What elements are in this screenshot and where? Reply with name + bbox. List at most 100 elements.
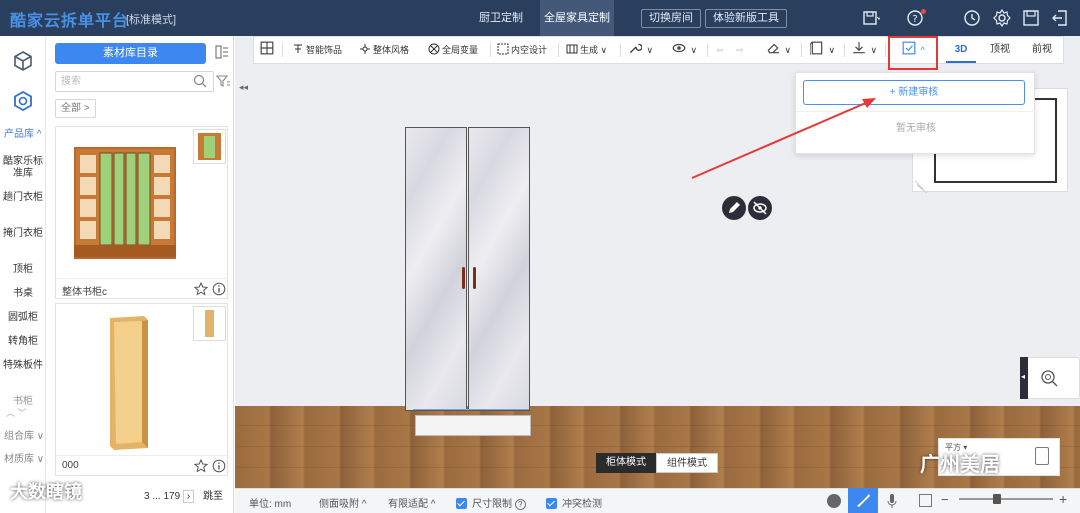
global-variable-button[interactable]: 全局变量 [428, 37, 478, 63]
view-3d-tab[interactable]: 3D [946, 37, 976, 63]
info-icon[interactable] [212, 282, 226, 296]
history-icon[interactable] [962, 8, 982, 28]
conflict-check-label: 冲突检测 [562, 499, 602, 510]
cube-icon[interactable] [12, 50, 34, 72]
nav-item-bookcase[interactable]: 书柜 [2, 396, 44, 408]
global-variable-icon [428, 43, 440, 55]
card-name: 整体书柜c [62, 287, 107, 298]
review-dropdown: + 新建审核 暂无审核 [795, 72, 1036, 154]
nav-item-sliding-wardrobe[interactable]: 趟门衣柜 [2, 192, 44, 204]
zoom-in-icon[interactable]: + [1059, 491, 1067, 507]
checkbox-icon[interactable] [456, 498, 467, 509]
zoom-panel[interactable] [1020, 357, 1080, 399]
dropdown-divider [796, 111, 1036, 112]
nav-item-standard[interactable]: 酷家乐标准库 [2, 156, 44, 180]
info-icon[interactable] [212, 459, 226, 473]
layout-toggle-icon[interactable] [215, 45, 229, 59]
product-card[interactable]: 整体书柜c [55, 126, 228, 299]
nav-item-special-board[interactable]: 特殊板件 [2, 360, 44, 372]
search-icon[interactable] [193, 74, 207, 88]
view-top-tab[interactable]: 顶视 [984, 37, 1016, 63]
toolbar-divider [707, 43, 708, 57]
layout-icon[interactable] [260, 37, 276, 63]
new-review-button[interactable]: + 新建审核 [803, 80, 1025, 105]
switch-room-button[interactable]: 切换房间 [641, 9, 701, 28]
download-icon[interactable]: ∨ [852, 37, 877, 63]
nav-item-hinged-wardrobe[interactable]: 掩门衣柜 [2, 228, 44, 240]
fit-view-icon[interactable] [919, 494, 932, 507]
zoom-out-icon[interactable]: − [941, 492, 949, 507]
pagination[interactable]: 3 ... 179 › 跳至 [144, 487, 223, 503]
search-input[interactable]: 搜索 [55, 71, 214, 92]
wardrobe-left-door[interactable] [405, 127, 467, 411]
save-icon[interactable] [860, 8, 882, 28]
notification-dot [921, 9, 926, 14]
material-panel: 素材库目录 搜索 全部 > 整体书柜c 000 [47, 36, 234, 513]
unit-label[interactable]: 单位: mm [249, 495, 291, 510]
nav-item-top-cabinet[interactable]: 顶柜 [2, 264, 44, 276]
brand-title: 酷家云拆单平台 [10, 13, 130, 30]
exit-icon[interactable] [1050, 8, 1070, 28]
smart-decor-button[interactable]: 智能饰品 [292, 37, 342, 63]
collapse-panel-icon[interactable]: ◂◂ [239, 82, 248, 93]
hide-icon[interactable] [748, 196, 772, 220]
cabinet-mode-button[interactable]: 柜体模式 [596, 453, 656, 473]
zoom-icon[interactable] [1039, 368, 1059, 388]
door-handle [462, 267, 465, 289]
eraser-icon[interactable]: ∨ [766, 37, 791, 63]
combo-library-section[interactable]: 组合库 ∨ [4, 427, 44, 442]
overall-style-button[interactable]: 整体风格 [359, 37, 409, 63]
star-icon[interactable] [193, 281, 209, 296]
side-snap-toggle[interactable]: 侧面吸附 ^ [319, 495, 366, 510]
filter-icon[interactable] [215, 74, 230, 88]
tab-kitchen-bath[interactable]: 厨卫定制 [462, 0, 540, 36]
wardrobe-right-door[interactable] [468, 127, 530, 411]
toolbar-divider [801, 43, 802, 57]
next-page-icon[interactable]: › [182, 490, 195, 503]
product-library-icon[interactable] [12, 90, 34, 112]
door-handle [473, 267, 476, 289]
trash-icon[interactable] [1035, 447, 1049, 465]
product-card[interactable]: 000 [55, 303, 228, 476]
pagination-pages[interactable]: 3 ... 179 [144, 491, 180, 502]
try-new-tool-button[interactable]: 体验新版工具 [705, 9, 787, 28]
component-mode-button[interactable]: 组件模式 [656, 453, 718, 473]
wrench-icon[interactable]: ∨ [628, 37, 653, 63]
nav-item-corner-cabinet[interactable]: 转角柜 [2, 336, 44, 348]
view-front-tab[interactable]: 前视 [1026, 37, 1058, 63]
zoom-slider-knob[interactable] [993, 494, 1001, 504]
toolbar-divider [558, 43, 559, 57]
sphere-icon[interactable] [827, 494, 841, 508]
size-limit-checkbox[interactable]: 尺寸限制 ? [456, 495, 526, 510]
card-divider [56, 278, 227, 279]
checkbox-icon[interactable] [546, 498, 557, 509]
conflict-check-checkbox[interactable]: 冲突检测 [546, 495, 602, 510]
disk-icon[interactable] [1021, 8, 1041, 28]
mode-switch: 柜体模式 组件模式 [596, 453, 718, 473]
size-limit-label: 尺寸限制 [472, 499, 512, 510]
zoom-slider[interactable] [959, 498, 1053, 500]
redo-icon[interactable]: ⇨ [736, 37, 744, 63]
catalog-button[interactable]: 素材库目录 [55, 43, 206, 64]
help-icon[interactable]: ? [514, 499, 526, 510]
mic-icon[interactable] [887, 493, 897, 509]
expand-tab[interactable]: ◂ [1020, 357, 1028, 399]
door-panel-icon[interactable]: ∨ [810, 37, 835, 63]
settings-icon[interactable] [992, 8, 1012, 28]
material-library-section[interactable]: 材质库 ∨ [4, 450, 44, 465]
highlight-box [888, 36, 938, 70]
visibility-icon[interactable]: ∨ [672, 37, 697, 63]
wardrobe-model[interactable] [405, 127, 531, 436]
product-library-section[interactable]: 产品库 ^ [4, 125, 41, 140]
breadcrumb[interactable]: 全部 > [55, 99, 96, 118]
interior-design-button[interactable]: 内空设计 [497, 37, 547, 63]
nav-item-desk[interactable]: 书桌 [2, 288, 44, 300]
nav-item-arc-cabinet[interactable]: 圆弧柜 [2, 312, 44, 324]
edit-icon[interactable] [722, 196, 746, 220]
brush-tool-button[interactable] [848, 488, 878, 513]
star-icon[interactable] [193, 458, 209, 473]
tab-whole-house-furniture[interactable]: 全屋家具定制 [540, 0, 614, 36]
generate-button[interactable]: 生成 ∨ [566, 37, 607, 63]
undo-icon[interactable]: ⇦ [716, 37, 724, 63]
limited-fit-toggle[interactable]: 有限适配 ^ [388, 495, 435, 510]
